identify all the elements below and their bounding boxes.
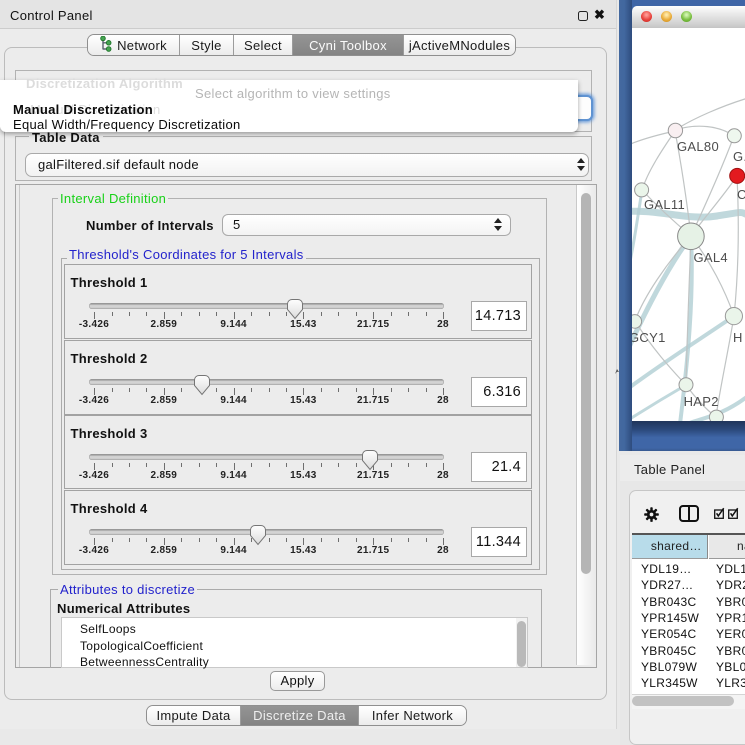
svg-text:GCY1: GCY1	[632, 330, 666, 345]
svg-text:HAP2: HAP2	[684, 394, 719, 409]
svg-text:GAL11: GAL11	[644, 197, 685, 212]
svg-text:G.: G.	[733, 149, 745, 164]
svg-text:GAL80: GAL80	[677, 139, 719, 154]
svg-text:C: C	[737, 187, 745, 202]
svg-text:GAL4: GAL4	[694, 250, 728, 265]
svg-text:H: H	[733, 330, 743, 345]
